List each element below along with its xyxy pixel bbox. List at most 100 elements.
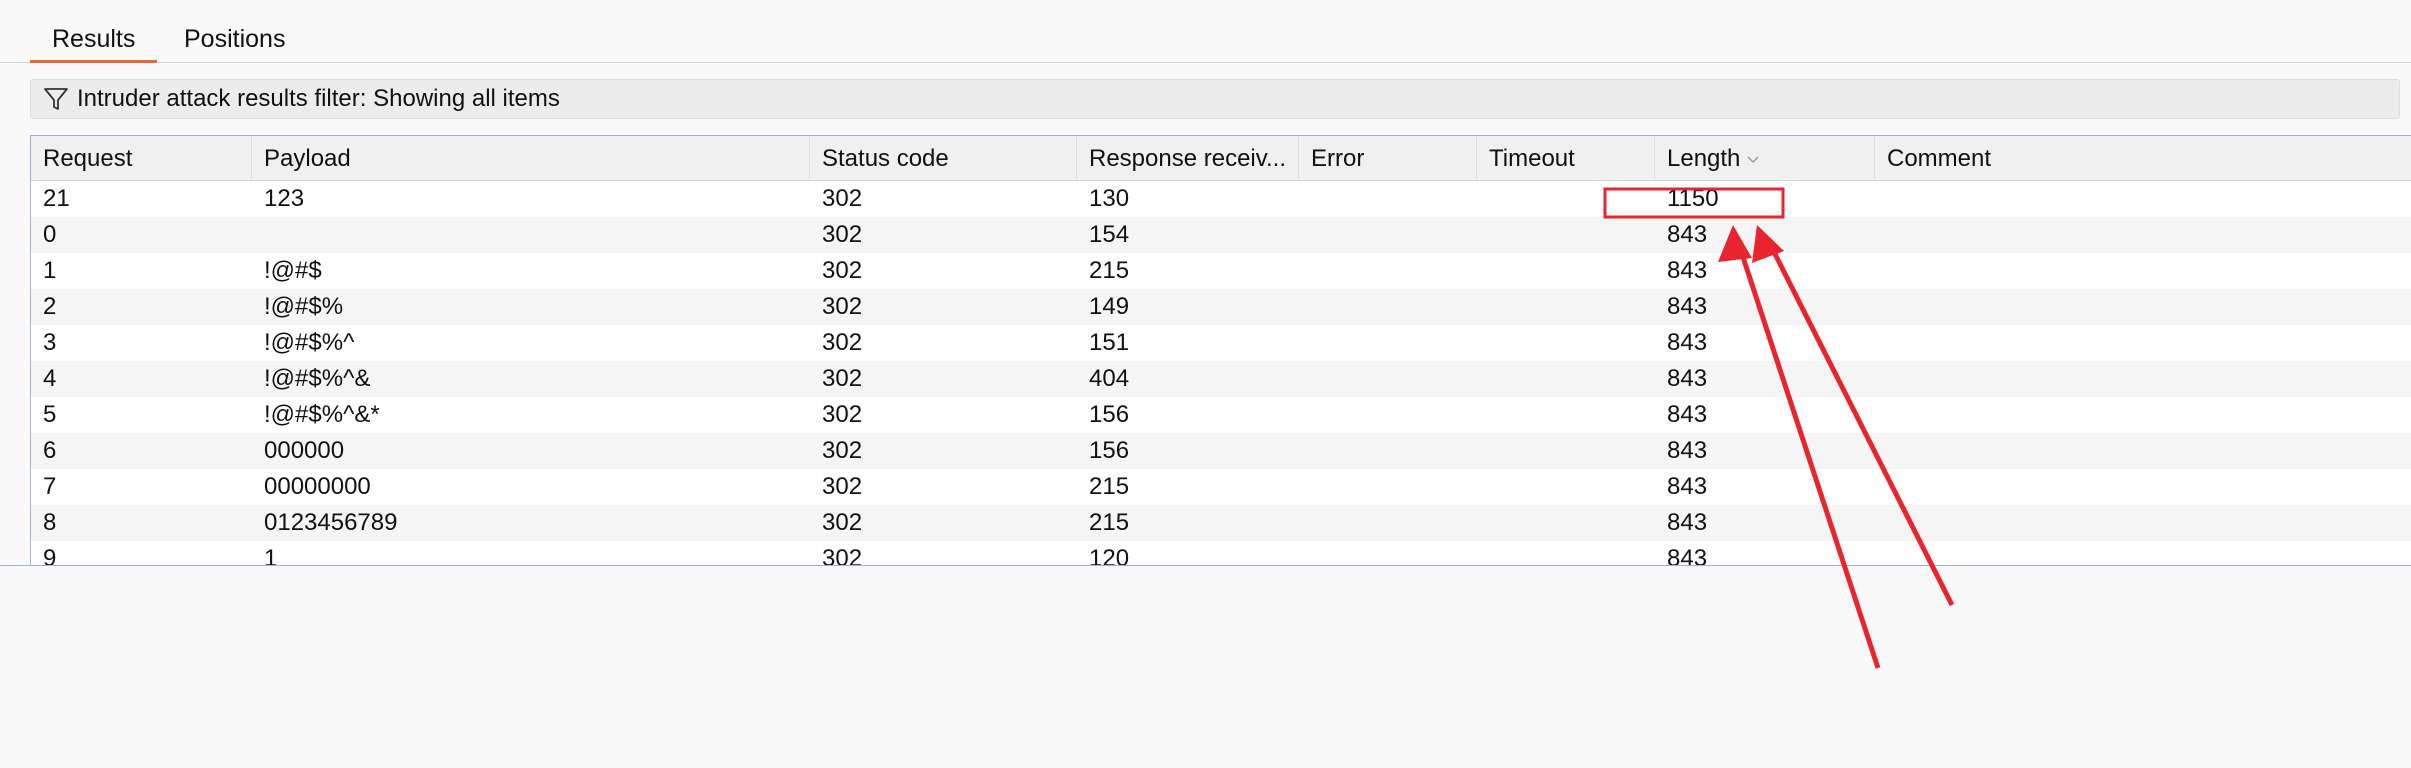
cell-payload: !@#$ (264, 257, 322, 284)
cell-comment (1875, 505, 2411, 541)
cell-request: 9 (43, 545, 57, 566)
cell-error (1299, 397, 1477, 433)
cell-payload: !@#$%^&* (264, 401, 380, 428)
column-header-response-received[interactable]: Response receiv... (1077, 136, 1299, 180)
cell-status-code: 302 (822, 473, 863, 500)
cell-status-code: 302 (822, 401, 863, 428)
cell-length: 843 (1667, 473, 1708, 500)
cell-payload: 123 (264, 185, 305, 212)
cell-request: 0 (43, 221, 57, 248)
cell-comment (1875, 397, 2411, 433)
results-filter-bar[interactable]: Intruder attack results filter: Showing … (30, 79, 2400, 119)
cell-request: 3 (43, 329, 57, 356)
cell-status-code: 302 (822, 437, 863, 464)
cell-comment (1875, 253, 2411, 289)
cell-length: 843 (1667, 221, 1708, 248)
cell-request: 21 (43, 185, 70, 212)
table-row[interactable]: 21 123 302 130 1150 (31, 181, 2411, 217)
cell-timeout (1477, 253, 1655, 289)
cell-response-received: 149 (1089, 293, 1130, 320)
table-row[interactable]: 9 1 302 120 843 (31, 541, 2411, 566)
cell-error (1299, 289, 1477, 325)
tab-results[interactable]: Results (30, 22, 158, 63)
column-header-length-label: Length (1667, 145, 1741, 172)
column-header-error[interactable]: Error (1299, 136, 1477, 180)
cell-length: 1150 (1667, 185, 1719, 212)
results-table: Request Payload Status code Response rec… (30, 135, 2411, 566)
cell-comment (1875, 361, 2411, 397)
cell-payload: 00000000 (264, 473, 371, 500)
tab-positions[interactable]: Positions (162, 22, 307, 60)
cell-length: 843 (1667, 509, 1708, 536)
cell-status-code: 302 (822, 545, 863, 566)
column-header-request[interactable]: Request (31, 136, 252, 180)
table-row[interactable]: 8 0123456789 302 215 843 (31, 505, 2411, 541)
table-row[interactable]: 7 00000000 302 215 843 (31, 469, 2411, 505)
cell-length: 843 (1667, 401, 1708, 428)
column-header-length[interactable]: Length (1655, 136, 1875, 180)
cell-comment (1875, 181, 2411, 217)
cell-response-received: 156 (1089, 437, 1130, 464)
cell-error (1299, 325, 1477, 361)
cell-response-received: 130 (1089, 185, 1130, 212)
cell-error (1299, 505, 1477, 541)
cell-response-received: 215 (1089, 473, 1130, 500)
cell-timeout (1477, 289, 1655, 325)
cell-timeout (1477, 181, 1655, 217)
cell-response-received: 151 (1089, 329, 1130, 356)
cell-length: 843 (1667, 257, 1708, 284)
cell-comment (1875, 289, 2411, 325)
table-body: 21 123 302 130 1150 0 302 154 843 1 !@#$ 302 215 843 2… (31, 181, 2411, 566)
cell-status-code: 302 (822, 257, 863, 284)
filter-icon (44, 88, 68, 110)
cell-length: 843 (1667, 329, 1708, 356)
cell-comment (1875, 217, 2411, 253)
column-header-status-code[interactable]: Status code (810, 136, 1077, 180)
cell-timeout (1477, 397, 1655, 433)
cell-payload: 000000 (264, 437, 345, 464)
cell-length: 843 (1667, 293, 1708, 320)
cell-request: 2 (43, 293, 57, 320)
panel-divider (0, 565, 2411, 566)
cell-response-received: 156 (1089, 401, 1130, 428)
table-row[interactable]: 0 302 154 843 (31, 217, 2411, 253)
table-row[interactable]: 1 !@#$ 302 215 843 (31, 253, 2411, 289)
cell-length: 843 (1667, 365, 1708, 392)
cell-timeout (1477, 541, 1655, 565)
cell-error (1299, 181, 1477, 217)
cell-error (1299, 361, 1477, 397)
table-row[interactable]: 4 !@#$%^& 302 404 843 (31, 361, 2411, 397)
sort-descending-icon (1747, 156, 1759, 163)
table-row[interactable]: 6 000000 302 156 843 (31, 433, 2411, 469)
cell-timeout (1477, 433, 1655, 469)
table-header: Request Payload Status code Response rec… (31, 136, 2411, 181)
cell-timeout (1477, 325, 1655, 361)
cell-error (1299, 541, 1477, 565)
cell-status-code: 302 (822, 185, 863, 212)
table-row[interactable]: 3 !@#$%^ 302 151 843 (31, 325, 2411, 361)
cell-request: 5 (43, 401, 57, 428)
cell-payload (252, 217, 810, 253)
cell-response-received: 215 (1089, 509, 1130, 536)
cell-response-received: 120 (1089, 545, 1130, 566)
cell-error (1299, 433, 1477, 469)
tab-bar: Results Positions (0, 0, 2411, 63)
filter-label: Intruder attack results filter: Showing … (77, 85, 560, 112)
cell-timeout (1477, 469, 1655, 505)
cell-payload: 0123456789 (264, 509, 398, 536)
cell-error (1299, 217, 1477, 253)
cell-request: 4 (43, 365, 57, 392)
cell-status-code: 302 (822, 221, 863, 248)
cell-comment (1875, 541, 2411, 565)
cell-comment (1875, 433, 2411, 469)
cell-error (1299, 469, 1477, 505)
cell-error (1299, 253, 1477, 289)
column-header-comment[interactable]: Comment (1875, 136, 2411, 180)
column-header-payload[interactable]: Payload (252, 136, 810, 180)
table-row[interactable]: 2 !@#$% 302 149 843 (31, 289, 2411, 325)
cell-request: 7 (43, 473, 57, 500)
table-row[interactable]: 5 !@#$%^&* 302 156 843 (31, 397, 2411, 433)
cell-payload: !@#$%^ (264, 329, 355, 356)
cell-comment (1875, 325, 2411, 361)
column-header-timeout[interactable]: Timeout (1477, 136, 1655, 180)
